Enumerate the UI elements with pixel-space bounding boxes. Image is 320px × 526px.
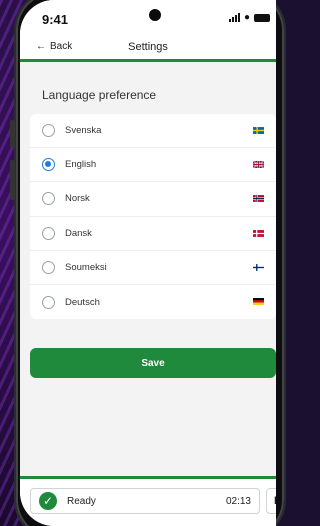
page-title: Settings [128,41,168,53]
sweden-flag-icon [253,127,264,134]
status-icons: ● [228,12,270,23]
player-status-text: Ready [67,495,96,507]
language-option-deutsch[interactable]: Deutsch [30,285,276,319]
check-icon: ✓ [39,492,57,510]
language-list: Svenska English Norsk Dansk Soumeksi Deu… [30,114,276,320]
language-option-soumeksi[interactable]: Soumeksi [30,251,276,285]
language-label: Norsk [65,193,90,205]
status-time: 9:41 [42,12,69,27]
signal-icon [228,13,240,22]
uk-flag-icon [253,161,264,169]
phone-side-button [10,160,15,200]
radio-button[interactable] [42,192,55,206]
radio-button[interactable] [42,295,55,309]
status-bar: 9:41 ● [20,0,276,34]
player-status-box: ✓ Ready 02:13 [30,488,260,514]
radio-button[interactable] [42,124,55,138]
nav-bar: ← Back Settings [20,34,276,62]
save-button[interactable]: Save [30,348,276,378]
radio-button[interactable] [42,260,55,274]
language-option-norsk[interactable]: Norsk [30,182,276,217]
app-screen: 9:41 ● ← Back Settings Language preferen… [20,0,276,526]
player-bar: ✓ Ready 02:13 II [20,476,276,526]
pause-button[interactable]: II [266,488,276,514]
language-label: English [65,159,97,171]
germany-flag-icon [253,298,264,305]
radio-button[interactable] [42,226,55,240]
language-option-dansk[interactable]: Dansk [30,217,276,251]
camera-notch [149,9,161,21]
language-option-english[interactable]: English [30,148,276,183]
radio-button-selected[interactable] [42,158,55,172]
language-label: Svenska [65,125,102,137]
section-title: Language preference [42,88,157,102]
language-label: Dansk [65,227,92,239]
battery-icon [254,13,270,22]
wifi-icon: ● [243,12,250,23]
phone-side-button [10,120,15,148]
player-timer: 02:13 [225,495,251,507]
denmark-flag-icon [253,229,264,237]
finland-flag-icon [253,263,264,271]
language-label: Soumeksi [65,261,107,273]
pause-icon: II [273,495,276,507]
language-option-svenska[interactable]: Svenska [30,114,276,149]
norway-flag-icon [253,195,264,203]
language-label: Deutsch [65,296,100,308]
